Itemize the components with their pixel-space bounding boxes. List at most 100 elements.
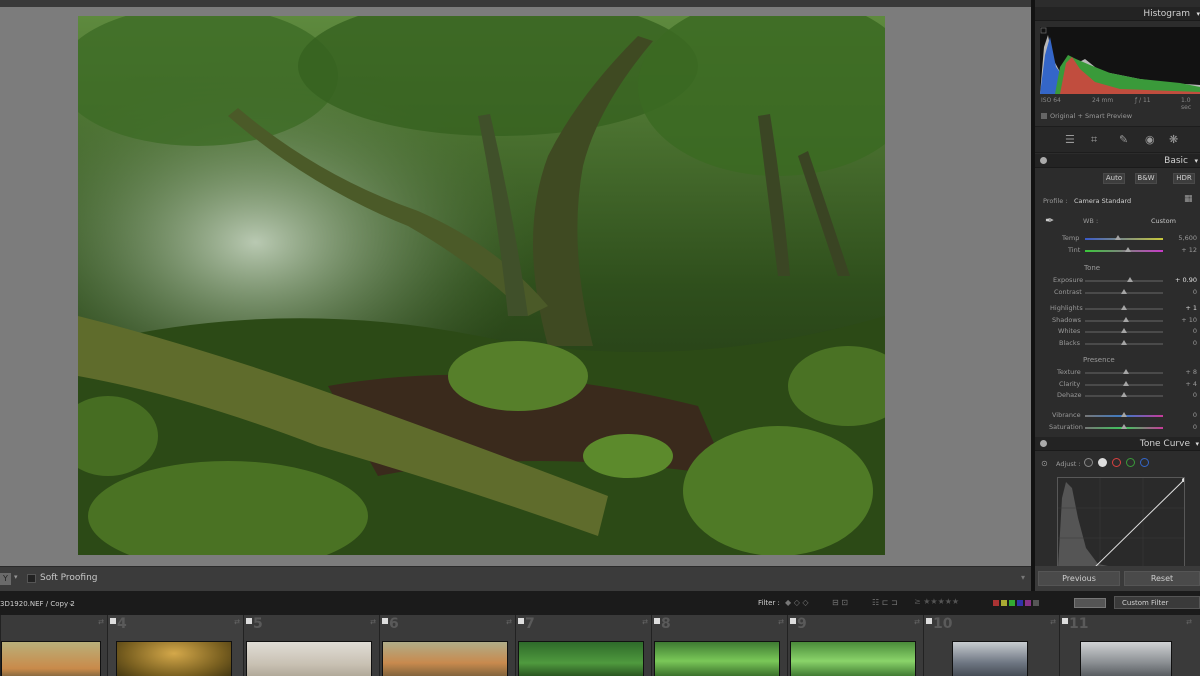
blue-label-icon[interactable] (1017, 600, 1023, 606)
basic-collapse-icon[interactable]: ▾ (1194, 157, 1198, 165)
reset-button[interactable]: Reset (1124, 571, 1200, 586)
blacks-value[interactable]: 0 (1193, 339, 1197, 347)
clarity-slider[interactable] (1085, 381, 1163, 386)
tint-value[interactable]: + 12 (1181, 246, 1197, 254)
tint-slider-thumb[interactable] (1124, 247, 1131, 252)
contrast-value[interactable]: 0 (1193, 288, 1197, 296)
flag-filter-icons[interactable]: ◆ ◇ ◇ (785, 598, 809, 607)
green-label-icon[interactable] (1009, 600, 1015, 606)
purple-label-icon[interactable] (1025, 600, 1031, 606)
red-eye-icon[interactable]: ◉ (1145, 133, 1155, 146)
auto-button[interactable]: Auto (1103, 173, 1125, 184)
blue-channel-icon[interactable] (1140, 458, 1149, 467)
filmstrip-cell[interactable]: 10 ⇄ (923, 615, 1059, 676)
filmstrip-cell[interactable]: 5 ⇄ (243, 615, 379, 676)
thumbnail-image[interactable] (790, 641, 916, 676)
blacks-slider[interactable] (1085, 340, 1163, 345)
red-label-icon[interactable] (993, 600, 999, 606)
wb-eyedropper-icon[interactable]: ✒ (1045, 214, 1054, 227)
view-mode-dropdown-icon[interactable]: ▾ (14, 573, 18, 581)
blacks-slider-thumb[interactable] (1121, 340, 1127, 345)
exposure-value[interactable]: + 0.90 (1175, 276, 1197, 284)
healing-icon[interactable]: ✎ (1119, 133, 1128, 146)
thumbnail-image[interactable] (382, 641, 508, 676)
no-label-icon[interactable] (1033, 600, 1039, 606)
filmstrip-cell[interactable]: 9 ⇄ (787, 615, 923, 676)
whites-slider[interactable] (1085, 328, 1163, 333)
shadows-slider[interactable] (1085, 317, 1163, 322)
toolbar-collapse-icon[interactable]: ▾ (1021, 573, 1025, 582)
thumbnail-image[interactable] (116, 641, 232, 676)
tone-curve-graph[interactable] (1057, 477, 1185, 567)
contrast-slider[interactable] (1085, 289, 1163, 294)
target-adjust-icon[interactable]: ⊙ (1041, 459, 1048, 468)
crop-icon[interactable]: ⌗ (1091, 133, 1097, 147)
saturation-slider-thumb[interactable] (1121, 424, 1127, 429)
profile-browser-icon[interactable]: ▦ (1184, 194, 1193, 204)
previous-button[interactable]: Previous (1038, 571, 1120, 586)
bw-button[interactable]: B&W (1135, 173, 1157, 184)
thumbnail-image[interactable] (654, 641, 780, 676)
filmstrip-cell[interactable]: 7 ⇄ (515, 615, 651, 676)
tone-curve-header[interactable]: Tone Curve ▾ (1035, 437, 1200, 451)
virtual-copy-filter-icons[interactable]: ☷ ⊏ ⊐ (872, 598, 898, 607)
basic-header[interactable]: Basic ▾ (1035, 154, 1200, 168)
exposure-slider[interactable] (1085, 277, 1163, 282)
file-path[interactable]: 3D1920.NEF / Copy 2 (0, 600, 75, 608)
soft-proofing-checkbox[interactable] (27, 574, 36, 583)
green-channel-icon[interactable] (1126, 458, 1135, 467)
rating-filter-stars[interactable]: ≥ ★★★★★ (914, 597, 959, 606)
vibrance-value[interactable]: 0 (1193, 411, 1197, 419)
edit-sliders-icon[interactable]: ☰ (1065, 133, 1075, 146)
thumbnail-image[interactable] (518, 641, 644, 676)
highlights-slider-thumb[interactable] (1121, 305, 1127, 310)
thumbnail-image[interactable] (1, 641, 101, 676)
dehaze-value[interactable]: 0 (1193, 391, 1197, 399)
view-mode-button[interactable]: Y (0, 573, 11, 585)
red-channel-icon[interactable] (1112, 458, 1121, 467)
saturation-value[interactable]: 0 (1193, 423, 1197, 431)
filmstrip-cell[interactable]: 8 ⇄ (651, 615, 787, 676)
shadows-slider-thumb[interactable] (1122, 317, 1129, 322)
filmstrip-cell[interactable]: 11 ⇄ (1059, 615, 1200, 676)
dehaze-slider-thumb[interactable] (1121, 392, 1127, 397)
basic-visibility-icon[interactable] (1040, 157, 1047, 164)
image-canvas[interactable] (0, 0, 1031, 566)
clarity-slider-thumb[interactable] (1122, 381, 1129, 386)
clarity-value[interactable]: + 4 (1185, 380, 1197, 388)
texture-slider-thumb[interactable] (1123, 369, 1130, 374)
vibrance-slider-thumb[interactable] (1121, 412, 1127, 417)
filmstrip-cell[interactable]: ⇄ (0, 615, 107, 676)
main-photo[interactable] (78, 16, 885, 555)
filter-lock-icon[interactable] (1074, 598, 1106, 608)
highlights-value[interactable]: + 1 (1185, 304, 1197, 312)
contrast-slider-thumb[interactable] (1121, 289, 1127, 294)
tint-slider[interactable] (1085, 247, 1163, 252)
histogram-collapse-icon[interactable]: ▾ (1196, 10, 1200, 18)
dehaze-slider[interactable] (1085, 392, 1163, 397)
file-path-dropdown-icon[interactable]: ⌄ (68, 599, 74, 607)
masking-icon[interactable]: ❋ (1169, 133, 1178, 146)
filmstrip-cell[interactable]: 6 ⇄ (379, 615, 515, 676)
temp-value[interactable]: 5,600 (1178, 234, 1197, 242)
edit-filter-icons[interactable]: ⊟ ⊡ (832, 598, 848, 607)
temp-slider-thumb[interactable] (1114, 235, 1121, 240)
profile-dropdown[interactable]: Camera Standard (1074, 197, 1131, 205)
point-curve-icon[interactable] (1098, 458, 1107, 467)
tone-curve-visibility-icon[interactable] (1040, 440, 1047, 447)
wb-dropdown[interactable]: Custom (1151, 217, 1176, 225)
saturation-slider[interactable] (1085, 424, 1163, 429)
texture-slider[interactable] (1085, 369, 1163, 374)
filmstrip-cell[interactable]: 4 ⇄ (107, 615, 243, 676)
texture-value[interactable]: + 8 (1185, 368, 1197, 376)
yellow-label-icon[interactable] (1001, 600, 1007, 606)
thumbnail-image[interactable] (246, 641, 372, 676)
highlights-slider[interactable] (1085, 305, 1163, 310)
thumbnail-image[interactable] (1080, 641, 1172, 676)
hdr-button[interactable]: HDR (1173, 173, 1195, 184)
histogram-header[interactable]: Histogram ▾ (1035, 7, 1200, 21)
shadows-value[interactable]: + 10 (1181, 316, 1197, 324)
custom-filter-dropdown[interactable]: Custom Filter (1114, 596, 1200, 609)
tone-curve-collapse-icon[interactable]: ▾ (1195, 440, 1199, 448)
color-label-filter[interactable] (993, 600, 1039, 606)
